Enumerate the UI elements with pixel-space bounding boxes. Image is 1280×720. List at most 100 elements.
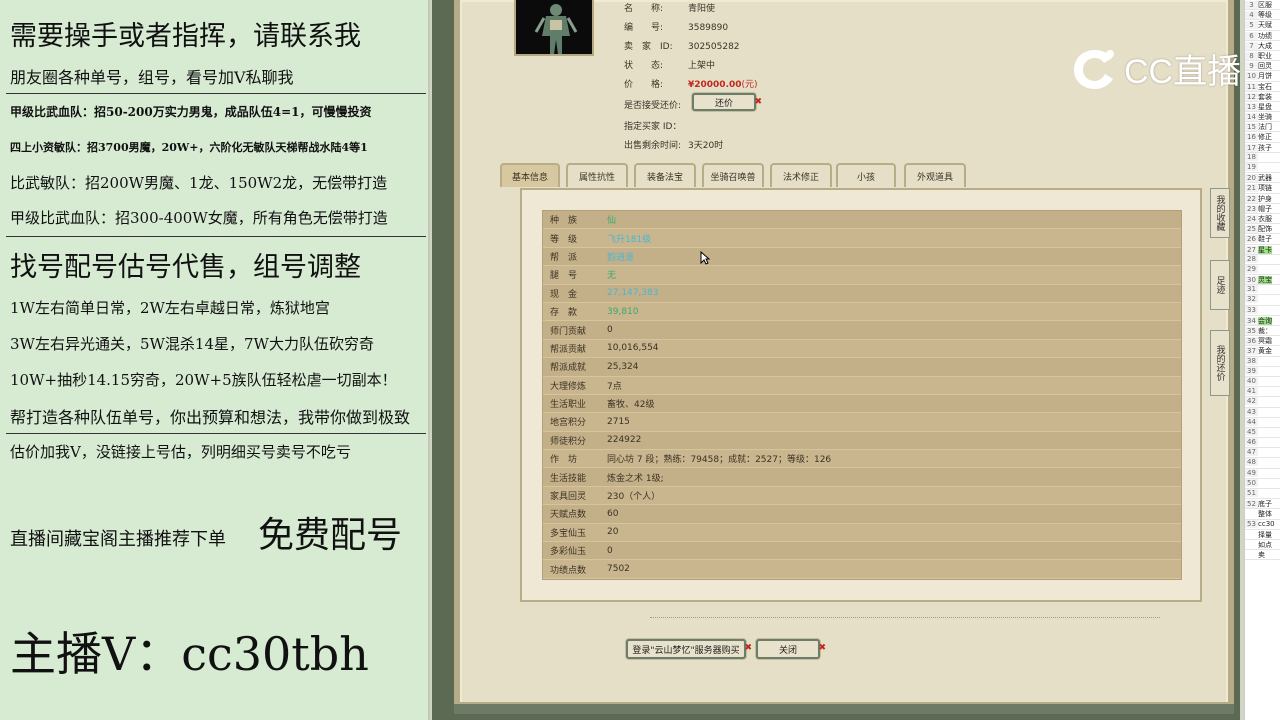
sheet-row[interactable]: 择量 bbox=[1245, 530, 1280, 540]
sheet-row[interactable]: 43 bbox=[1245, 407, 1280, 418]
row-number: 48 bbox=[1245, 458, 1258, 467]
cell-text: 功绩 bbox=[1258, 31, 1272, 40]
attribute-label: 现 金 bbox=[550, 289, 578, 300]
sheet-row[interactable]: 44 bbox=[1245, 417, 1280, 428]
sheet-row[interactable]: 卖 bbox=[1245, 550, 1280, 561]
tab-basic-info[interactable]: 基本信息 bbox=[500, 163, 560, 187]
sheet-row[interactable]: 53 cc30 bbox=[1245, 519, 1280, 530]
sheet-row[interactable]: 10 月饼 bbox=[1245, 71, 1280, 82]
sheet-row[interactable]: 22 护身 bbox=[1245, 194, 1280, 204]
sheet-row[interactable]: 如点 bbox=[1245, 540, 1280, 551]
sheet-row[interactable]: 39 bbox=[1245, 366, 1280, 377]
sheet-row[interactable]: 7 大成 bbox=[1245, 41, 1280, 51]
sheet-row[interactable]: 38 bbox=[1245, 356, 1280, 367]
sheet-row[interactable]: 28 bbox=[1245, 254, 1280, 265]
sheet-row[interactable]: 12 套装 bbox=[1245, 92, 1280, 102]
sheet-row[interactable]: 52 底子 bbox=[1245, 499, 1280, 510]
tab-appearance[interactable]: 外观道具 bbox=[904, 163, 966, 187]
sheet-row[interactable]: 18 bbox=[1245, 152, 1280, 163]
sheet-row[interactable]: 46 bbox=[1245, 438, 1280, 449]
attribute-value: 7502 bbox=[607, 564, 630, 575]
cell-text: 回灵 bbox=[1258, 62, 1272, 71]
sheet-row[interactable]: 35 裁： bbox=[1245, 326, 1280, 337]
sheet-row[interactable]: 30 灵宝 bbox=[1245, 275, 1280, 286]
tab-spell-correction[interactable]: 法术修正 bbox=[770, 163, 832, 187]
sheet-row[interactable]: 15 法门 bbox=[1245, 122, 1280, 133]
sheet-row[interactable]: 27 星卡 bbox=[1245, 245, 1280, 255]
tab-mounts-pets[interactable]: 坐骑召唤兽 bbox=[702, 163, 764, 187]
sheet-row[interactable]: 40 bbox=[1245, 376, 1280, 388]
sheet-row[interactable]: 11 宝石 bbox=[1245, 82, 1280, 92]
side-tab-favorites[interactable]: 我的收藏 bbox=[1210, 188, 1230, 238]
sheet-row[interactable]: 34 会询 bbox=[1245, 316, 1280, 326]
row-number: 17 bbox=[1245, 143, 1258, 152]
sheet-row[interactable]: 13 星盘 bbox=[1245, 102, 1280, 113]
cell-text: 职业 bbox=[1258, 51, 1272, 60]
attribute-row: 生活技能 炼金之术 1级; bbox=[543, 468, 1181, 487]
attribute-row: 作 坊 同心坊 7 段；熟练：79458；成就：2527；等级：126 bbox=[543, 450, 1181, 469]
sheet-row[interactable]: 51 bbox=[1245, 489, 1280, 500]
close-button[interactable]: 关闭 ✖ bbox=[756, 639, 826, 659]
row-number: 9 bbox=[1245, 62, 1258, 71]
sheet-row[interactable]: 21 项链 bbox=[1245, 183, 1280, 194]
attribute-label: 师徒积分 bbox=[550, 436, 587, 447]
row-number: 31 bbox=[1245, 285, 1258, 294]
sheet-row[interactable]: 8 职业 bbox=[1245, 51, 1280, 62]
sheet-row[interactable]: 29 bbox=[1245, 264, 1280, 276]
sheet-row[interactable]: 36 冥霜 bbox=[1245, 336, 1280, 347]
cell-text: 修正 bbox=[1258, 133, 1272, 142]
sheet-row[interactable]: 整体 bbox=[1245, 509, 1280, 520]
sheet-row[interactable]: 32 bbox=[1245, 295, 1280, 306]
sheet-row[interactable]: 41 bbox=[1245, 387, 1280, 398]
info-row-time-left: 出售剩余时间: 3天20时 bbox=[624, 141, 724, 151]
row-number: 52 bbox=[1245, 500, 1258, 509]
row-number: 12 bbox=[1245, 92, 1258, 101]
row-number: 43 bbox=[1245, 407, 1258, 416]
side-tab-my-offers[interactable]: 我的还价 bbox=[1210, 330, 1230, 396]
sheet-row[interactable]: 9 回灵 bbox=[1245, 61, 1280, 72]
sheet-row[interactable]: 16 修正 bbox=[1245, 132, 1280, 143]
tab-children[interactable]: 小孩 bbox=[836, 163, 896, 187]
sheet-row[interactable]: 47 bbox=[1245, 448, 1280, 459]
cell-text: 护身 bbox=[1258, 194, 1272, 203]
sheet-row[interactable]: 26 鞋子 bbox=[1245, 234, 1280, 245]
tab-attributes[interactable]: 属性抗性 bbox=[566, 163, 628, 187]
sheet-row[interactable]: 49 bbox=[1245, 468, 1280, 479]
sheet-row[interactable]: 25 配饰 bbox=[1245, 224, 1280, 235]
sheet-row[interactable]: 45 bbox=[1245, 427, 1280, 439]
sheet-row[interactable]: 33 bbox=[1245, 305, 1280, 316]
row-number: 53 bbox=[1245, 519, 1258, 528]
sheet-row[interactable]: 50 bbox=[1245, 478, 1280, 489]
sheet-row[interactable]: 14 坐骑 bbox=[1245, 112, 1280, 123]
row-number: 47 bbox=[1245, 448, 1258, 457]
sheet-row[interactable]: 3 区服 bbox=[1245, 0, 1280, 11]
cell-text: 冥霜 bbox=[1258, 337, 1272, 346]
side-tab-footprints[interactable]: 足迹 bbox=[1210, 260, 1230, 310]
row-number: 33 bbox=[1245, 305, 1258, 314]
sheet-row[interactable]: 48 bbox=[1245, 458, 1280, 469]
sheet-row[interactable]: 4 等级 bbox=[1245, 10, 1280, 21]
row-number: 6 bbox=[1245, 31, 1258, 40]
sheet-row[interactable]: 37 黄金 bbox=[1245, 346, 1280, 357]
sheet-row[interactable]: 24 衣服 bbox=[1245, 214, 1280, 225]
sheet-row[interactable]: 17 孩子 bbox=[1245, 143, 1280, 153]
row-number: 29 bbox=[1245, 264, 1258, 273]
attribute-row: 天赋点数 60 bbox=[543, 505, 1181, 524]
sheet-row[interactable]: 31 bbox=[1245, 285, 1280, 296]
attribute-value: 224922 bbox=[607, 435, 642, 446]
sheet-row[interactable]: 23 帽子 bbox=[1245, 204, 1280, 214]
sheet-row[interactable]: 5 天赋 bbox=[1245, 20, 1280, 31]
row-number: 22 bbox=[1245, 194, 1258, 203]
sheet-row[interactable]: 20 武器 bbox=[1245, 173, 1280, 184]
sheet-row[interactable]: 6 功绩 bbox=[1245, 31, 1280, 41]
character-name: 青阳使 bbox=[688, 4, 716, 14]
sheet-row[interactable]: 19 bbox=[1245, 163, 1280, 174]
cell-text: 宝石 bbox=[1258, 82, 1272, 91]
attribute-value: 2715 bbox=[607, 416, 630, 427]
counter-offer-button[interactable]: 还价 ✖ bbox=[692, 93, 762, 111]
tab-equipment[interactable]: 装备法宝 bbox=[634, 163, 696, 187]
attribute-table: 种 族 仙等 级 飞升181级帮 派 韵逍遥腿 号 无现 金 27,147,383 存 款 3… bbox=[542, 210, 1182, 580]
listing-number: 3589890 bbox=[688, 23, 729, 33]
sheet-row[interactable]: 42 bbox=[1245, 397, 1280, 408]
login-buy-button[interactable]: 登录"云山梦忆"服务器购买 ✖ bbox=[626, 639, 752, 659]
